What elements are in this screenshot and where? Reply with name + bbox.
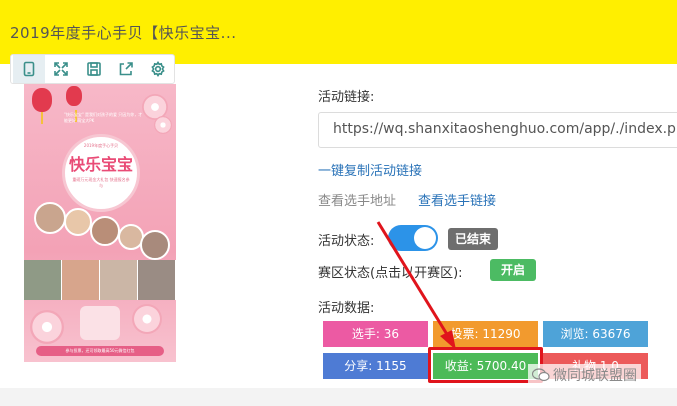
poster-tagline: "快乐宝宝" 是我们对孩子的爱 只因为你，才能更好 萌宝大PK (64, 112, 143, 123)
photo-strip (24, 260, 176, 300)
blossom-decoration (132, 304, 162, 334)
baby-photo (90, 216, 120, 246)
toggle-knob (414, 227, 436, 249)
stat-shares[interactable]: 分享: 1155 (323, 353, 428, 379)
copy-link-button[interactable]: 一键复制活动链接 (318, 160, 422, 179)
share-icon (119, 62, 133, 76)
poster-footer: 参与投票，还可领取最高50元微信红包 (36, 346, 164, 356)
lantern-decoration (32, 88, 52, 124)
zone-open-button[interactable]: 开启 (490, 259, 536, 281)
baby-photo (140, 230, 170, 260)
stat-players[interactable]: 选手: 36 (323, 321, 428, 347)
save-button[interactable] (77, 55, 109, 83)
gift-illustration (80, 306, 120, 340)
blossom-decoration (154, 116, 172, 134)
page-title: 2019年度手心手贝【快乐宝宝... (10, 24, 237, 42)
poster-badge-title: 快乐宝宝 (68, 155, 133, 174)
poster-badge-sub: 重磅万元现金大礼包 快速报名参与 (72, 177, 130, 188)
watermark: 微同城联盟圈 (528, 364, 641, 386)
blossom-decoration (30, 310, 64, 344)
view-player-link[interactable]: 查看选手链接 (418, 190, 496, 209)
mobile-preview-button[interactable] (13, 55, 46, 83)
income-highlight-box (428, 347, 543, 383)
zone-status-label: 赛区状态(点击以开赛区): (318, 266, 463, 281)
stat-votes[interactable]: 投票: 11290 (433, 321, 538, 347)
poster-badge: 2019年度手心手贝 快乐宝宝 重磅万元现金大礼包 快速报名参与 (62, 134, 140, 212)
expand-icon (54, 62, 69, 76)
activity-data-label: 活动数据: (318, 301, 375, 316)
watermark-text: 微同城联盟圈 (553, 368, 637, 384)
save-icon (86, 62, 101, 76)
status-badge: 已结束 (448, 228, 498, 250)
preview-toolbar (10, 54, 175, 84)
activity-status-toggle[interactable] (388, 225, 438, 251)
view-player-address: 查看选手地址 (318, 194, 397, 209)
poster-badge-small: 2019年度手心手贝 (83, 143, 119, 148)
activity-status-label: 活动状态: (318, 234, 375, 249)
activity-link-label: 活动链接: (318, 90, 375, 105)
lantern-decoration (66, 86, 82, 122)
fullscreen-button[interactable] (45, 55, 77, 83)
activity-link-field[interactable]: https://wq.shanxitaoshenghuo.com/app/./i… (318, 112, 677, 148)
activity-poster: "快乐宝宝" 是我们对孩子的爱 只因为你，才能更好 萌宝大PK 2019年度手心… (24, 84, 176, 362)
gear-icon (151, 61, 165, 77)
wechat-icon (532, 368, 550, 382)
baby-photo (34, 202, 66, 234)
share-button[interactable] (110, 55, 142, 83)
baby-photo (64, 208, 92, 236)
settings-button[interactable] (142, 55, 174, 83)
bottom-strip (0, 388, 677, 406)
mobile-icon (23, 61, 35, 77)
stat-views[interactable]: 浏览: 63676 (543, 321, 648, 347)
